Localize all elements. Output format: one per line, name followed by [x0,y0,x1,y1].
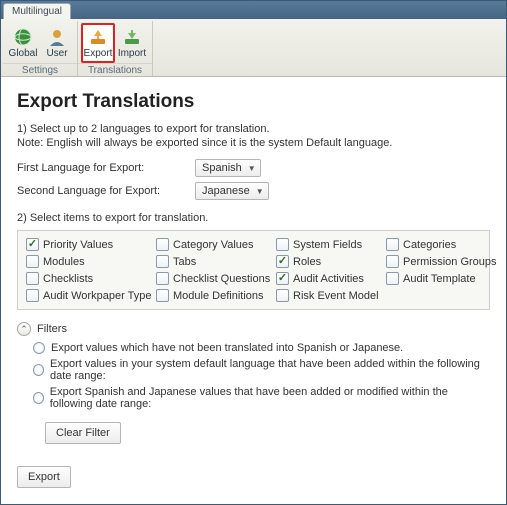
second-language-label: Second Language for Export: [17,185,187,197]
export-item-label: Audit Activities [293,273,364,285]
export-item-checkbox[interactable]: System Fields [276,238,386,251]
export-icon [88,27,108,47]
export-item-label: Module Definitions [173,290,264,302]
first-language-label: First Language for Export: [17,162,187,174]
export-tool-label: Export [84,48,113,59]
export-item-label: Audit Workpaper Type [43,290,151,302]
export-item-label: Category Values [173,239,254,251]
export-tool-button[interactable]: Export [81,23,115,63]
step2-text: 2) Select items to export for translatio… [17,212,490,224]
user-icon [47,27,67,47]
export-item-checkbox[interactable]: Module Definitions [156,289,276,302]
export-item-checkbox[interactable]: Checklists [26,272,156,285]
second-language-select[interactable]: Japanese ▼ [195,182,269,200]
export-item-label: Audit Template [403,273,476,285]
chevron-down-icon: ▼ [256,187,264,196]
step1-note: Note: English will always be exported si… [17,137,490,149]
ribbon-group-label-translations: Translations [78,63,152,78]
export-item-checkbox[interactable]: Permission Groups [386,255,497,268]
checkbox-icon [26,255,39,268]
export-items-box: Priority Values Category Values System Fie… [17,230,490,310]
user-button[interactable]: User [40,23,74,63]
export-item-checkbox[interactable]: Tabs [156,255,276,268]
checkbox-icon [26,238,39,251]
step1-text: 1) Select up to 2 languages to export fo… [17,123,490,135]
export-item-label: Roles [293,256,321,268]
checkbox-icon [276,238,289,251]
ribbon-group-settings: Global User Settings [3,21,78,76]
export-item-checkbox[interactable]: Category Values [156,238,276,251]
import-tool-button[interactable]: Import [115,23,149,63]
checkbox-icon [386,238,399,251]
globe-icon [13,27,33,47]
checkbox-icon [276,289,289,302]
ribbon-group-translations: Export Import Translations [78,21,153,76]
second-language-value: Japanese [202,185,250,197]
ribbon: Global User Settings Export [1,19,506,77]
filters-collapse-button[interactable]: ⌃ [17,322,31,336]
export-item-label: Checklists [43,273,93,285]
ribbon-group-label-settings: Settings [3,63,77,78]
filter-option-1-label: Export values which have not been transl… [51,342,403,354]
export-item-label: Permission Groups [403,256,497,268]
export-item-checkbox[interactable]: Roles [276,255,386,268]
chevron-down-icon: ▼ [248,164,256,173]
export-item-label: Categories [403,239,456,251]
export-item-label: Checklist Questions [173,273,270,285]
filter-option-1-radio[interactable] [33,342,45,354]
checkbox-icon [156,238,169,251]
filter-option-2-radio[interactable] [33,364,44,376]
export-item-label: Priority Values [43,239,113,251]
global-button[interactable]: Global [6,23,40,63]
checkbox-icon [276,272,289,285]
checkbox-icon [156,255,169,268]
tab-multilingual[interactable]: Multilingual [3,3,71,19]
global-label: Global [9,48,38,59]
filter-option-2-label: Export values in your system default lan… [50,358,490,382]
export-item-checkbox[interactable]: Risk Event Model [276,289,386,302]
checkbox-icon [276,255,289,268]
export-item-label: Risk Event Model [293,290,379,302]
import-tool-label: Import [118,48,146,59]
export-item-checkbox[interactable]: Audit Activities [276,272,386,285]
main-panel: Export Translations 1) Select up to 2 la… [1,77,506,504]
import-icon [122,27,142,47]
export-item-label: System Fields [293,239,362,251]
checkbox-icon [386,272,399,285]
filter-option-3-radio[interactable] [33,392,44,404]
export-item-checkbox[interactable]: Checklist Questions [156,272,276,285]
export-item-checkbox[interactable]: Priority Values [26,238,156,251]
clear-filter-button[interactable]: Clear Filter [45,422,121,444]
filter-option-3-label: Export Spanish and Japanese values that … [50,386,490,410]
first-language-select[interactable]: Spanish ▼ [195,159,261,177]
export-item-checkbox[interactable]: Audit Template [386,272,497,285]
checkbox-icon [26,272,39,285]
export-item-label: Tabs [173,256,196,268]
export-item-checkbox[interactable]: Categories [386,238,497,251]
export-item-checkbox[interactable]: Audit Workpaper Type [26,289,156,302]
checkbox-icon [26,289,39,302]
export-item-label: Modules [43,256,85,268]
export-item-checkbox[interactable]: Modules [26,255,156,268]
checkbox-icon [386,255,399,268]
export-button[interactable]: Export [17,466,71,488]
first-language-value: Spanish [202,162,242,174]
page-title: Export Translations [17,91,490,113]
checkbox-icon [156,289,169,302]
filters-heading: Filters [37,323,67,335]
checkbox-icon [156,272,169,285]
user-label: User [46,48,67,59]
